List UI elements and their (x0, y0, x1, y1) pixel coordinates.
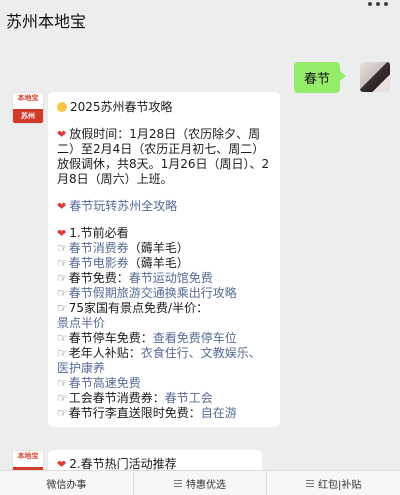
bot-avatar[interactable]: 本地宝 苏州 (12, 450, 44, 470)
pointing-hand-icon: ☞ (57, 391, 68, 405)
list-item: ☞春节消费券（薅羊毛） (57, 241, 271, 256)
card-title: 2025苏州春节攻略 (70, 100, 173, 114)
item-link[interactable]: 春节工会 (165, 391, 213, 405)
list-item: ☞老年人补贴：衣食住行、文教娱乐、医护康养 (57, 346, 271, 376)
user-message-bubble[interactable]: 春节 (293, 62, 347, 93)
item-prefix: 老年人补贴： (68, 346, 141, 360)
menu-tab-label: 特惠优选 (186, 479, 226, 491)
menu-tab-red-packet[interactable]: 红包|补贴 (266, 471, 400, 495)
menu-tab-label: 微信办事 (46, 479, 87, 491)
reply-card: 2025苏州春节攻略 ❤ 放假时间：1月28日（农历除夕、周二）至2月4日（农历正… (48, 92, 280, 427)
item-prefix: 春节免费： (68, 271, 129, 285)
list-item: ☞75家国有景点免费/半价： 景点半价 (57, 301, 271, 331)
card-title-line: 2025苏州春节攻略 (57, 100, 271, 115)
heart-icon: ❤ (57, 200, 67, 213)
item-prefix: 春节行李直送限时免费： (68, 406, 201, 420)
more-options-button[interactable] (356, 0, 400, 40)
list-item: ☞春节停车免费：查看免费停车位 (57, 331, 271, 346)
item-link[interactable]: 春节假期旅游交通换乘出行攻略 (69, 286, 237, 300)
heart-icon: ❤ (57, 128, 67, 141)
list-item: ☞工会春节消费券：春节工会 (57, 391, 271, 406)
list-item: ☞春节高速免费 (57, 376, 271, 391)
item-link[interactable]: 春节电影券 (69, 256, 129, 270)
list-item: ☞春节假期旅游交通换乘出行攻略 (57, 286, 271, 301)
pointing-hand-icon: ☞ (57, 241, 68, 255)
menu-lines-icon (174, 478, 182, 489)
list-item: ☞春节行李直送限时免费：自在游 (57, 406, 271, 421)
section-heading: ❤ 1.节前必看 (57, 226, 271, 241)
bot-avatar[interactable]: 本地宝 苏州 (12, 92, 44, 124)
pointing-hand-icon: ☞ (57, 256, 68, 270)
item-link[interactable]: 春节高速免费 (69, 376, 141, 390)
holiday-text: 放假时间：1月28日（农历除夕、周二）至2月4日（农历正月初七、周二）放假调休，… (57, 127, 270, 186)
item-suffix: （薅羊毛） (128, 241, 189, 255)
pointing-hand-icon: ☞ (57, 406, 68, 420)
user-avatar[interactable] (360, 62, 390, 92)
bot-avatar-brand: 本地宝 (13, 93, 43, 109)
chat-title: 苏州本地宝 (6, 12, 87, 31)
heart-icon: ❤ (57, 227, 67, 240)
item-link[interactable]: 自在游 (201, 406, 237, 420)
menu-tab-label: 红包|补贴 (317, 479, 362, 491)
yellow-dot-icon (57, 102, 67, 112)
pointing-hand-icon: ☞ (57, 346, 68, 360)
menu-lines-icon (305, 478, 314, 489)
pointing-hand-icon: ☞ (57, 286, 68, 300)
pointing-hand-icon: ☞ (57, 376, 68, 390)
section1-title: 1.节前必看 (69, 226, 129, 240)
item-link[interactable]: 景点半价 (57, 316, 105, 330)
heart-icon: ❤ (57, 458, 67, 470)
pointing-hand-icon: ☞ (57, 331, 68, 345)
menu-tab-deals[interactable]: 特惠优选 (132, 471, 267, 495)
bottom-menu: 微信办事 特惠优选 红包|补贴 (0, 470, 400, 495)
item-prefix: 春节停车免费： (68, 331, 153, 345)
item-prefix: 75家国有景点免费/半价： (68, 301, 209, 315)
pointing-hand-icon: ☞ (57, 301, 68, 315)
chat-area[interactable]: 春节 本地宝 苏州 2025苏州春节攻略 ❤ 放假时间：1月28日（农历除夕、周二… (0, 40, 400, 470)
top-bar: 苏州本地宝 (0, 0, 400, 40)
user-message-text: 春节 (303, 72, 330, 87)
item-link[interactable]: 查看免费停车位 (153, 331, 237, 345)
holiday-info: ❤ 放假时间：1月28日（农历除夕、周二）至2月4日（农历正月初七、周二）放假调休… (57, 127, 271, 187)
item-suffix: （薅羊毛） (128, 256, 189, 270)
item-link[interactable]: 春节消费券 (69, 241, 129, 255)
item-link[interactable]: 春节运动馆免费 (129, 271, 213, 285)
guide-link[interactable]: 春节玩转苏州全攻略 (69, 199, 177, 213)
reply-card-2: ❤ 2.春节热门活动推荐 (48, 450, 262, 470)
user-message-row: 春节 (0, 52, 400, 93)
item-prefix: 工会春节消费券： (68, 391, 165, 405)
bot-avatar-brand: 本地宝 (13, 451, 43, 467)
guide-line: ❤ 春节玩转苏州全攻略 (57, 199, 271, 214)
list-item: ☞春节免费：春节运动馆免费 (57, 271, 271, 286)
bot-avatar-city: 苏州 (13, 109, 43, 123)
pointing-hand-icon: ☞ (57, 271, 68, 285)
list-item: ☞春节电影券（薅羊毛） (57, 256, 271, 271)
section2-title: 2.春节热门活动推荐 (69, 457, 177, 470)
menu-tab-wechat-services[interactable]: 微信办事 (0, 471, 133, 495)
